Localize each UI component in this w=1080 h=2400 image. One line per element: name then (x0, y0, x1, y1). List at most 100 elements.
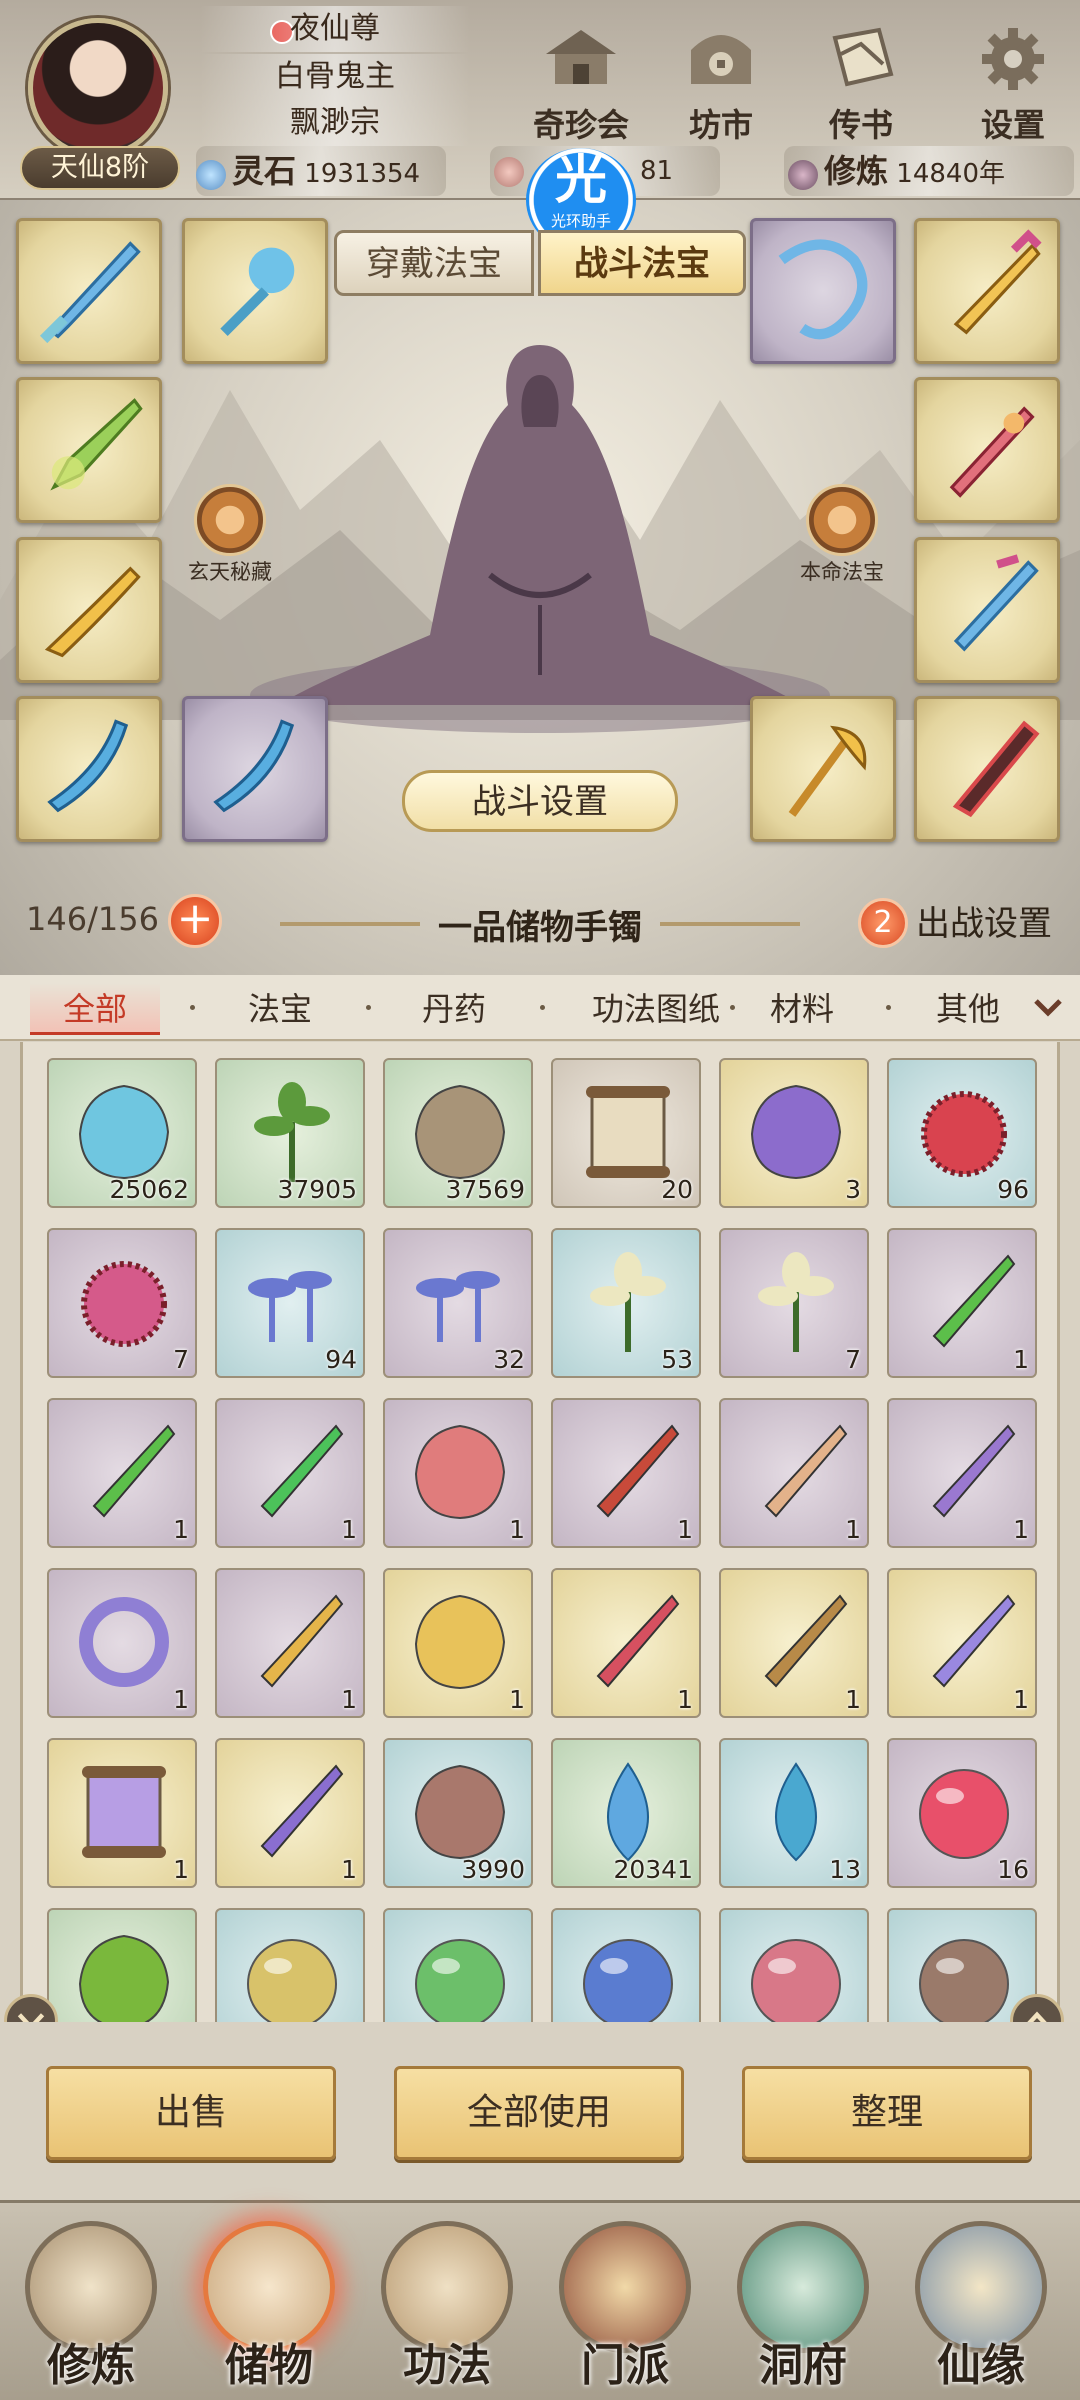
expand-storage-button[interactable]: + (168, 894, 222, 948)
blue-sword-icon (39, 241, 141, 344)
tab-others[interactable]: 其他 (912, 983, 1024, 1035)
item-slot[interactable]: 37905 (215, 1058, 365, 1208)
swirl-icon (194, 484, 266, 556)
nav-fate[interactable]: 仙缘 (896, 2221, 1066, 2391)
sell-button[interactable]: 出售 (46, 2066, 336, 2160)
xuantian-treasury-button[interactable]: 玄天秘藏 (170, 484, 290, 586)
item-slot[interactable]: 20341 (551, 1738, 701, 1888)
item-count: 1 (677, 1685, 693, 1714)
tab-all[interactable]: 全部 (30, 983, 160, 1035)
tab-materials[interactable]: 材料 (746, 983, 858, 1035)
equip-slot-right-6[interactable] (914, 696, 1060, 842)
nav-storage[interactable]: 储物 (184, 2221, 354, 2391)
nav-skills-label: 功法 (403, 2340, 491, 2391)
tab-battle-treasures[interactable]: 战斗法宝 (538, 230, 746, 296)
equip-slot-left-1[interactable] (16, 218, 162, 364)
tab-manuals[interactable]: 功法图纸 (556, 983, 756, 1035)
equip-slot-right-2[interactable] (914, 218, 1060, 364)
chevron-down-icon[interactable] (1030, 989, 1066, 1025)
item-slot[interactable]: 1 (47, 1398, 197, 1548)
item-slot[interactable]: 1 (215, 1738, 365, 1888)
item-slot[interactable]: 1 (719, 1568, 869, 1718)
equip-slot-left-4[interactable] (16, 537, 162, 683)
treasure-pavilion-button[interactable]: 奇珍会 (526, 24, 636, 144)
blue-mushroom-icon (416, 1271, 500, 1342)
equip-slot-right-5[interactable] (750, 696, 896, 842)
item-slot[interactable]: 1 (215, 1568, 365, 1718)
green-dagger-icon (932, 1254, 1016, 1348)
item-slot[interactable]: 96 (887, 1058, 1037, 1208)
item-slot[interactable]: 7 (719, 1228, 869, 1378)
item-grid[interactable]: 25062 37905 37569 20 3 96 7 94 32 53 7 1 1 1 1 1 1 1 1 1 1 1 1… (20, 1042, 1060, 2022)
item-slot[interactable]: 3990 (383, 1738, 533, 1888)
separator-dot (190, 1005, 195, 1010)
item-slot[interactable]: 53 (551, 1228, 701, 1378)
item-slot[interactable]: 13 (719, 1738, 869, 1888)
equip-slot-left-5[interactable] (16, 696, 162, 842)
blue-ribbon-icon (778, 239, 868, 340)
equip-slot-left-3[interactable] (16, 377, 162, 523)
scroll-letter-icon (832, 27, 894, 87)
item-slot[interactable]: 1 (47, 1738, 197, 1888)
item-count: 96 (997, 1175, 1029, 1204)
battle-settings-button[interactable]: 战斗设置 (402, 770, 678, 832)
item-count: 3990 (461, 1855, 525, 1884)
item-slot[interactable]: 1 (383, 1398, 533, 1548)
equip-slot-right-3[interactable] (914, 377, 1060, 523)
category-tabs: 全部 法宝 丹药 功法图纸 材料 其他 (0, 975, 1080, 1041)
item-slot[interactable]: 32 (383, 1228, 533, 1378)
item-slot[interactable] (719, 1908, 869, 2022)
nav-fate-label: 仙缘 (937, 2340, 1025, 2391)
item-slot[interactable]: 1 (215, 1398, 365, 1548)
tab-pills[interactable]: 丹药 (394, 983, 514, 1035)
avatar[interactable] (28, 18, 168, 158)
item-slot[interactable] (215, 1908, 365, 2022)
use-all-button[interactable]: 全部使用 (394, 2066, 684, 2160)
item-slot[interactable]: 16 (887, 1738, 1037, 1888)
letter-button[interactable]: 传书 (806, 24, 916, 144)
equip-slot-right-1[interactable] (750, 218, 896, 364)
item-slot[interactable]: 1 (551, 1568, 701, 1718)
tab-treasures[interactable]: 法宝 (220, 983, 340, 1035)
item-slot[interactable]: 1 (383, 1568, 533, 1718)
aura-helper-label: 光环助手 (550, 212, 611, 230)
nav-cave[interactable]: 洞府 (718, 2221, 888, 2391)
item-slot[interactable]: 7 (47, 1228, 197, 1378)
ornament-right (660, 922, 800, 926)
item-slot[interactable]: 1 (887, 1398, 1037, 1548)
avatar-frame[interactable]: 天仙8阶 (6, 4, 194, 194)
item-slot[interactable] (383, 1908, 533, 2022)
bone-bow-icon (764, 1424, 848, 1518)
nav-storage-label: 储物 (225, 2340, 313, 2391)
nav-cultivate[interactable]: 修炼 (6, 2221, 176, 2391)
item-slot[interactable]: 1 (47, 1568, 197, 1718)
item-slot[interactable]: 1 (551, 1398, 701, 1548)
gold-sword-icon (953, 229, 1042, 335)
item-slot[interactable]: 1 (887, 1228, 1037, 1378)
nav-sect[interactable]: 门派 (540, 2221, 710, 2391)
equip-slot-left-2[interactable] (182, 218, 328, 364)
item-slot[interactable]: 94 (215, 1228, 365, 1378)
item-slot[interactable]: 25062 (47, 1058, 197, 1208)
deploy-settings-button[interactable]: 出战设置 (916, 896, 1052, 945)
meditating-cultivator (250, 345, 830, 733)
sort-button[interactable]: 整理 (742, 2066, 1032, 2160)
blue-pill-icon (583, 1939, 673, 2022)
item-count: 1 (173, 1685, 189, 1714)
item-slot[interactable]: 20 (551, 1058, 701, 1208)
nav-skills[interactable]: 功法 (362, 2221, 532, 2391)
tab-wear-treasures[interactable]: 穿戴法宝 (334, 230, 534, 296)
item-slot[interactable] (551, 1908, 701, 2022)
equip-slot-right-4[interactable] (914, 537, 1060, 683)
market-button[interactable]: 坊市 (666, 24, 776, 144)
item-slot[interactable]: 3 (719, 1058, 869, 1208)
separator-dot (730, 1005, 735, 1010)
item-slot[interactable]: 1 (719, 1398, 869, 1548)
item-slot[interactable]: 1 (887, 1568, 1037, 1718)
natal-treasure-button[interactable]: 本命法宝 (782, 484, 902, 586)
equip-slot-left-6[interactable] (182, 696, 328, 842)
settings-button[interactable]: 设置 (958, 24, 1068, 144)
item-slot[interactable] (47, 1908, 197, 2022)
item-slot[interactable]: 37569 (383, 1058, 533, 1208)
nav-cultivate-label: 修炼 (47, 2340, 135, 2391)
